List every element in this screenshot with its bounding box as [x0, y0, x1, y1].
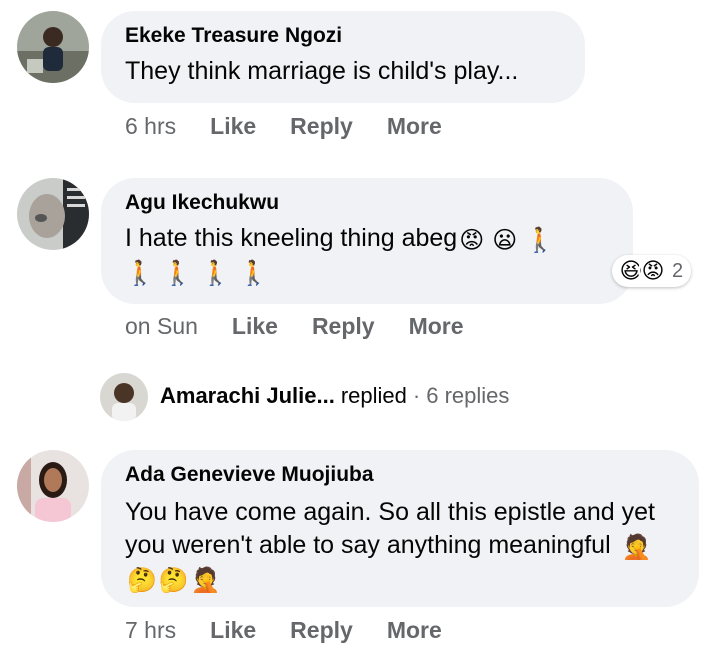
walking-person-icon: 🚶 [200, 260, 231, 287]
reaction-summary[interactable]: 😆 😡 2 [612, 255, 692, 287]
facepalm-icon: 🤦 [190, 567, 221, 594]
comment-text: They think marriage is child's play... [125, 57, 519, 85]
frowning-face-icon: 😦 [492, 227, 518, 254]
reply-button[interactable]: Reply [290, 617, 353, 644]
thinking-face-icon: 🤔 [158, 567, 189, 594]
more-button[interactable]: More [387, 617, 442, 644]
comment-text: You have come again. So all this epistle… [125, 496, 675, 595]
like-button[interactable]: Like [210, 617, 256, 644]
comment-actions: 7 hrs Like Reply More [125, 617, 476, 644]
replies-count: 6 replies [426, 383, 510, 408]
walking-person-icon: 🚶 [125, 260, 155, 287]
reply-avatar[interactable] [100, 373, 148, 421]
more-button[interactable]: More [409, 313, 464, 340]
commenter-avatar[interactable] [17, 11, 89, 83]
comment-actions: on Sun Like Reply More [125, 313, 498, 340]
comment-author[interactable]: Agu Ikechukwu [125, 190, 609, 216]
separator-dot: · [412, 383, 421, 408]
view-replies-link[interactable]: Amarachi Julie... replied · 6 replies [160, 383, 509, 409]
comment-bubble: Agu Ikechukwu I hate this kneeling thing… [101, 178, 633, 304]
like-button[interactable]: Like [232, 313, 278, 340]
walking-person-icon: 🚶 [162, 260, 193, 287]
comment-bubble: Ekeke Treasure Ngozi They think marriage… [101, 11, 585, 103]
comment-timestamp[interactable]: 6 hrs [125, 113, 176, 140]
reply-author: Amarachi Julie... [160, 383, 335, 408]
more-button[interactable]: More [387, 113, 442, 140]
comment-author[interactable]: Ada Genevieve Muojiuba [125, 462, 675, 488]
angry-reaction-icon: 😡 [638, 256, 668, 286]
commenter-avatar[interactable] [17, 178, 89, 250]
comment-bubble: Ada Genevieve Muojiuba You have come aga… [101, 450, 699, 607]
comment-actions: 6 hrs Like Reply More [125, 113, 476, 140]
walking-person-icon: 🚶 [238, 260, 269, 287]
facepalm-icon: 🤦 [621, 534, 652, 561]
replied-text: replied [340, 383, 407, 408]
comment-text: I hate this kneeling thing abeg😡 😦 🚶 🚶 🚶 🚶 🚶 [125, 222, 609, 288]
avatar-photo-icon [17, 11, 89, 83]
avatar-photo-icon [17, 450, 89, 522]
angry-face-icon: 😡 [459, 227, 485, 254]
avatar-photo-icon [100, 373, 148, 421]
reaction-count: 2 [672, 259, 684, 282]
reply-button[interactable]: Reply [290, 113, 353, 140]
commenter-avatar[interactable] [17, 450, 89, 522]
comment-timestamp[interactable]: on Sun [125, 313, 198, 340]
reply-button[interactable]: Reply [312, 313, 375, 340]
comment-timestamp[interactable]: 7 hrs [125, 617, 176, 644]
like-button[interactable]: Like [210, 113, 256, 140]
avatar-photo-icon [17, 178, 89, 250]
thinking-face-icon: 🤔 [127, 567, 157, 594]
comment-text-body: I hate this kneeling thing abeg [125, 224, 458, 252]
comment-text-body: You have come again. So all this epistle… [125, 498, 655, 559]
comment-author[interactable]: Ekeke Treasure Ngozi [125, 23, 561, 49]
walking-person-icon: 🚶 [525, 227, 556, 254]
